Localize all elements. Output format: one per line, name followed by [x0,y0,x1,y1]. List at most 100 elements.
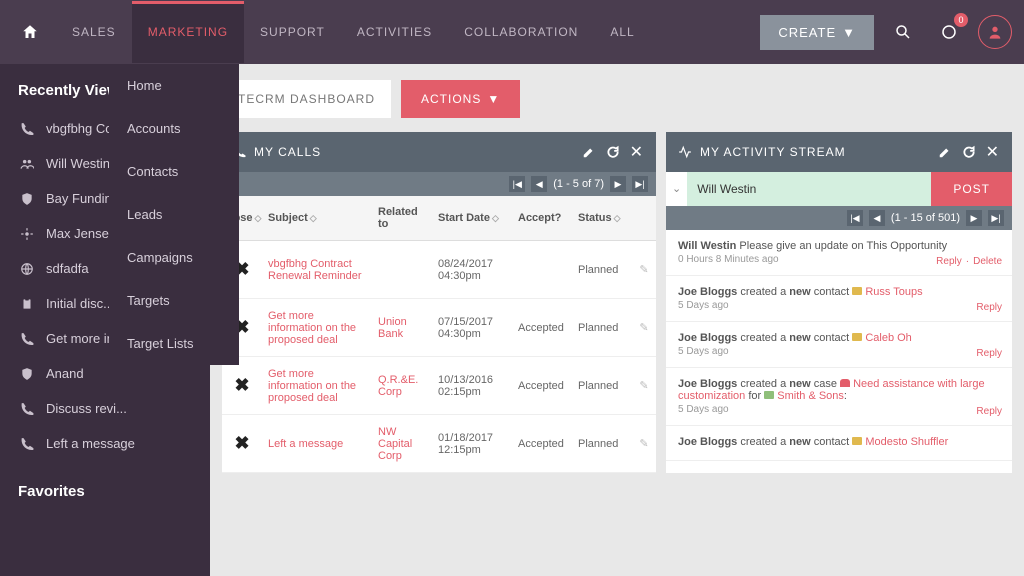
related-link[interactable]: Q.R.&E. Corp [378,374,426,398]
call-accept: Accepted [512,357,572,414]
home-icon[interactable] [12,14,48,50]
pager-last-icon[interactable]: ▶| [632,176,648,192]
stream-reply-link[interactable]: Reply [976,302,1002,313]
th-accept[interactable]: Accept? [512,196,572,240]
dropdown-home[interactable]: Home [109,64,239,107]
stream-link[interactable]: Modesto Shuffler [865,436,948,448]
nav-sales[interactable]: SALES [56,1,132,63]
stream-header: MY ACTIVITY STREAM ✕ [666,132,1012,172]
row-edit-icon[interactable]: ✎ [639,437,648,450]
nav-activities[interactable]: ACTIVITIES [341,1,448,63]
stream-text: Joe Bloggs created a new case Need assis… [678,378,1000,402]
related-link[interactable]: Union Bank [378,316,426,340]
target-icon [18,227,36,241]
phone-icon [18,437,36,451]
th-subject[interactable]: Subject◇ [262,196,372,240]
pager-next-icon[interactable]: ▶ [610,176,626,192]
calls-table-body: ✖ vbgfbhg Contract Renewal Reminder 08/24/… [222,241,656,473]
row-close-icon[interactable]: ✖ [234,433,249,454]
nav-support[interactable]: SUPPORT [244,1,341,63]
dashboard-button[interactable]: TECRM DASHBOARD [222,80,391,118]
stream-delete-link[interactable]: Delete [973,256,1002,267]
pager-prev-icon[interactable]: ◀ [869,210,885,226]
call-date: 08/24/201704:30pm [432,241,512,298]
stream-actions: Reply · Delete [936,256,1002,267]
pager-last-icon[interactable]: ▶| [988,210,1004,226]
table-row: ✖ Left a message NW Capital Corp01/18/2017… [222,415,656,473]
caret-down-icon: ▼ [487,92,500,106]
stream-reply-link[interactable]: Reply [936,256,962,267]
pager-first-icon[interactable]: |◀ [847,210,863,226]
create-button[interactable]: CREATE ▼ [760,15,874,50]
call-date: 10/13/201602:15pm [432,357,512,414]
stream-text: Will Westin Please give an update on Thi… [678,240,1000,252]
caret-down-icon[interactable]: ⌄ [666,172,687,206]
dropdown-contacts[interactable]: Contacts [109,150,239,193]
phone-icon [18,332,36,346]
call-subject-link[interactable]: Left a message [268,438,343,450]
th-related[interactable]: Related to [372,196,432,240]
stream-reply-link[interactable]: Reply [976,406,1002,417]
mail-icon [852,437,862,445]
refresh-icon[interactable] [606,145,620,159]
stream-title: MY ACTIVITY STREAM [700,145,846,159]
call-date: 07/15/201704:30pm [432,299,512,356]
row-edit-icon[interactable]: ✎ [639,321,648,334]
phone-icon [18,122,36,136]
close-icon[interactable]: ✕ [630,142,644,162]
shield-icon [18,367,36,381]
calls-table-head: Close◇ Subject◇ Related to Start Date◇ A… [222,196,656,241]
stream-link[interactable]: Caleb Oh [865,332,911,344]
post-button[interactable]: POST [931,172,1012,206]
search-icon[interactable] [886,15,920,49]
call-subject-link[interactable]: Get more information on the proposed dea… [268,310,366,346]
marketing-dropdown: Home Accounts Contacts Leads Campaigns T… [109,64,239,365]
activity-stream-panel: MY ACTIVITY STREAM ✕ ⌄ POST |◀ ◀ (1 - 15… [666,132,1012,473]
related-link[interactable]: NW Capital Corp [378,426,426,462]
call-status: Planned [572,357,632,414]
phone-icon [18,402,36,416]
dropdown-leads[interactable]: Leads [109,193,239,236]
dropdown-targets[interactable]: Targets [109,279,239,322]
call-date: 01/18/201712:15pm [432,415,512,472]
globe-icon [18,262,36,276]
nav-all[interactable]: ALL [594,1,650,63]
compose-input[interactable] [687,172,931,206]
dropdown-accounts[interactable]: Accounts [109,107,239,150]
sidebar-item-label: sdfadfa [46,261,89,276]
user-avatar[interactable] [978,15,1012,49]
stream-reply-link[interactable]: Reply [976,348,1002,359]
stream-link[interactable]: Smith & Sons [777,390,844,402]
call-subject-link[interactable]: vbgfbhg Contract Renewal Reminder [268,258,366,282]
nav-collaboration[interactable]: COLLABORATION [448,1,594,63]
sidebar-item[interactable]: Discuss revi... [0,391,210,426]
edit-icon[interactable] [938,145,952,159]
row-close-icon[interactable]: ✖ [234,375,249,396]
stream-pager: |◀ ◀ (1 - 15 of 501) ▶ ▶| [666,206,1012,230]
call-subject-link[interactable]: Get more information on the proposed dea… [268,368,366,404]
th-status[interactable]: Status◇ [572,196,632,240]
close-icon[interactable]: ✕ [986,142,1000,162]
row-edit-icon[interactable]: ✎ [639,379,648,392]
pager-next-icon[interactable]: ▶ [966,210,982,226]
th-date[interactable]: Start Date◇ [432,196,512,240]
calls-title: MY CALLS [254,145,321,159]
dropdown-campaigns[interactable]: Campaigns [109,236,239,279]
sidebar-item-label: Will Westin [46,156,110,171]
pager-first-icon[interactable]: |◀ [509,176,525,192]
row-edit-icon[interactable]: ✎ [639,263,648,276]
actions-button[interactable]: ACTIONS ▼ [401,80,520,118]
pager-prev-icon[interactable]: ◀ [531,176,547,192]
nav-items: SALES MARKETING SUPPORT ACTIVITIES COLLA… [56,1,651,63]
dropdown-targetlists[interactable]: Target Lists [109,322,239,365]
notifications-icon[interactable]: 0 [932,15,966,49]
refresh-icon[interactable] [962,145,976,159]
sidebar-item[interactable]: Left a message [0,426,210,461]
nav-marketing[interactable]: MARKETING [132,1,244,63]
stream-link[interactable]: Russ Toups [865,286,922,298]
clipboard-icon [18,297,36,311]
sidebar-item-label: Initial disc... [46,296,114,311]
stream-actions: Reply [976,406,1002,417]
edit-icon[interactable] [582,145,596,159]
sidebar-item-label: Left a message [46,436,135,451]
